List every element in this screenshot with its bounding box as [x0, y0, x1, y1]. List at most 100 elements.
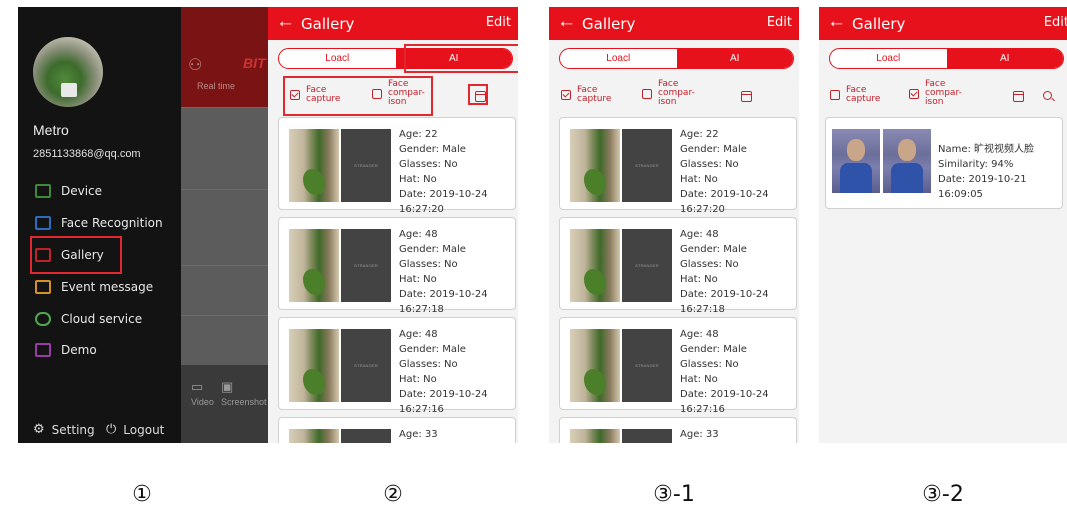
camera-tile: [181, 315, 268, 365]
calendar-icon[interactable]: [741, 91, 752, 102]
brand-logo: BIT: [243, 55, 266, 71]
logout-button[interactable]: ⏻ Logout: [106, 422, 164, 437]
menu-item-demo[interactable]: Demo: [35, 338, 175, 362]
page-title: Gallery: [301, 15, 355, 33]
gender-text: Gender: Male: [399, 244, 466, 255]
face-comparison-filter[interactable]: Face compar-ison: [909, 80, 962, 107]
capture-photo: [570, 129, 620, 202]
gender-text: Gender: Male: [399, 144, 466, 155]
match-name-text: Name: 旷视视频人脸: [938, 144, 1035, 155]
search-icon[interactable]: [1043, 91, 1052, 100]
face-comparison-filter[interactable]: Face compar-ison: [642, 80, 695, 107]
edit-button[interactable]: Edit: [767, 15, 792, 30]
back-arrow-icon[interactable]: ←: [827, 12, 846, 32]
face-scan-icon: [35, 216, 51, 230]
capture-record-card[interactable]: STRANGER Age: 48 Gender: Male Glasses: N…: [278, 217, 516, 315]
app-header: ← Gallery Edit: [268, 7, 518, 40]
hat-text: Hat: No: [399, 174, 437, 185]
capture-record-card[interactable]: Age: 33: [278, 417, 516, 443]
stranger-placeholder: STRANGER: [341, 329, 391, 402]
avatar[interactable]: [33, 37, 103, 107]
message-icon: [35, 280, 51, 294]
capture-record-card[interactable]: STRANGER Age: 48 Gender: Male Glasses: N…: [278, 317, 516, 415]
capture-record-card[interactable]: STRANGER Age: 22 Gender: Male Glasses: N…: [278, 117, 516, 215]
step-caption: ①: [132, 482, 152, 507]
capture-photo: [289, 129, 339, 202]
stranger-placeholder: STRANGER: [341, 129, 391, 202]
capture-photo: [289, 229, 339, 302]
page-title: Gallery: [582, 15, 636, 33]
menu-item-face-recognition[interactable]: Face Recognition: [35, 211, 175, 235]
menu-item-event-message[interactable]: Event message: [35, 275, 175, 299]
checkbox-icon[interactable]: [642, 88, 652, 99]
calendar-icon[interactable]: [1013, 91, 1024, 102]
edit-button[interactable]: Edit: [486, 15, 511, 30]
setting-label: Setting: [51, 422, 95, 437]
date-text: Date: 2019-10-24 16:27:16: [399, 389, 488, 415]
hat-text: Hat: No: [399, 374, 437, 385]
video-label: Video: [191, 397, 214, 407]
page-title: Gallery: [852, 15, 906, 33]
age-text: Age: 48: [399, 229, 438, 240]
date-text: Date: 2019-10-24 16:27:18: [399, 289, 488, 315]
glasses-text: Glasses: No: [399, 159, 458, 170]
back-arrow-icon[interactable]: ←: [557, 12, 576, 32]
tab-ai[interactable]: AI: [676, 49, 793, 68]
menu-item-label: Event message: [61, 280, 154, 294]
menu-item-label: Face Recognition: [61, 216, 163, 230]
menu-item-label: Device: [61, 184, 103, 198]
gender-text: Gender: Male: [680, 244, 747, 255]
capture-photo: [570, 329, 620, 402]
hat-text: Hat: No: [680, 274, 718, 285]
user-email: 2851133868@qq.com: [33, 148, 141, 160]
tab-local[interactable]: Loacl: [279, 49, 396, 68]
camera-tile: [181, 189, 268, 265]
gender-text: Gender: Male: [399, 344, 466, 355]
tab-ai[interactable]: AI: [946, 49, 1063, 68]
capture-record-card[interactable]: Age: 33: [559, 417, 797, 443]
checkbox-checked-icon[interactable]: [909, 88, 919, 99]
tab-local[interactable]: Loacl: [560, 49, 677, 68]
tab-real-time: Real time: [197, 81, 236, 91]
capture-photo: [570, 429, 620, 443]
edit-button[interactable]: Edit: [1044, 15, 1067, 30]
tab-local[interactable]: Loacl: [830, 49, 947, 68]
face-capture-filter[interactable]: Face capture: [830, 86, 880, 104]
background-live-view: ⚇ BIT Real time ▭ ▣ Video Screenshot: [181, 7, 268, 443]
face-capture-filter[interactable]: Face capture: [561, 86, 611, 104]
capture-record-card[interactable]: STRANGER Age: 22 Gender: Male Glasses: N…: [559, 117, 797, 215]
step-caption: ②: [383, 482, 403, 507]
age-text: Age: 22: [680, 129, 719, 140]
calendar-highlight-box: [468, 84, 488, 105]
step-caption: ③-2: [922, 482, 964, 507]
gender-text: Gender: Male: [680, 144, 747, 155]
age-text: Age: 48: [680, 229, 719, 240]
glasses-text: Glasses: No: [399, 359, 458, 370]
library-face-photo: [883, 129, 931, 193]
power-icon: ⏻: [106, 422, 117, 437]
glasses-text: Glasses: No: [680, 359, 739, 370]
menu-item-cloud-service[interactable]: Cloud service: [35, 307, 175, 331]
capture-record-card[interactable]: STRANGER Age: 48 Gender: Male Glasses: N…: [559, 317, 797, 415]
setting-button[interactable]: ⚙ Setting: [33, 422, 95, 437]
checkbox-checked-icon[interactable]: [561, 90, 571, 100]
app-header: ← Gallery Edit: [549, 7, 799, 40]
checkbox-icon[interactable]: [830, 90, 840, 100]
back-arrow-icon[interactable]: ←: [276, 12, 295, 32]
capture-record-card[interactable]: STRANGER Age: 48 Gender: Male Glasses: N…: [559, 217, 797, 315]
navigation-drawer: Metro 2851133868@qq.com Device Face Reco…: [18, 7, 181, 443]
hat-text: Hat: No: [399, 274, 437, 285]
date-text: Date: 2019-10-24 16:27:20: [680, 189, 769, 215]
drawer-screen: ⚇ BIT Real time ▭ ▣ Video Screenshot Met…: [18, 7, 268, 443]
date-text: Date: 2019-10-24 16:27:18: [680, 289, 769, 315]
glasses-text: Glasses: No: [680, 159, 739, 170]
stranger-placeholder: STRANGER: [622, 229, 672, 302]
menu-item-device[interactable]: Device: [35, 179, 175, 203]
date-text: Date: 2019-10-21 16:09:05: [938, 174, 1027, 200]
similarity-text: Similarity: 94%: [938, 159, 1014, 170]
hat-text: Hat: No: [680, 374, 718, 385]
video-icon: ▭: [191, 379, 204, 394]
comparison-record-card[interactable]: Name: 旷视视频人脸 Similarity: 94% Date: 2019-…: [825, 117, 1063, 209]
app-header: ← Gallery Edit: [819, 7, 1067, 40]
stranger-placeholder: STRANGER: [622, 329, 672, 402]
